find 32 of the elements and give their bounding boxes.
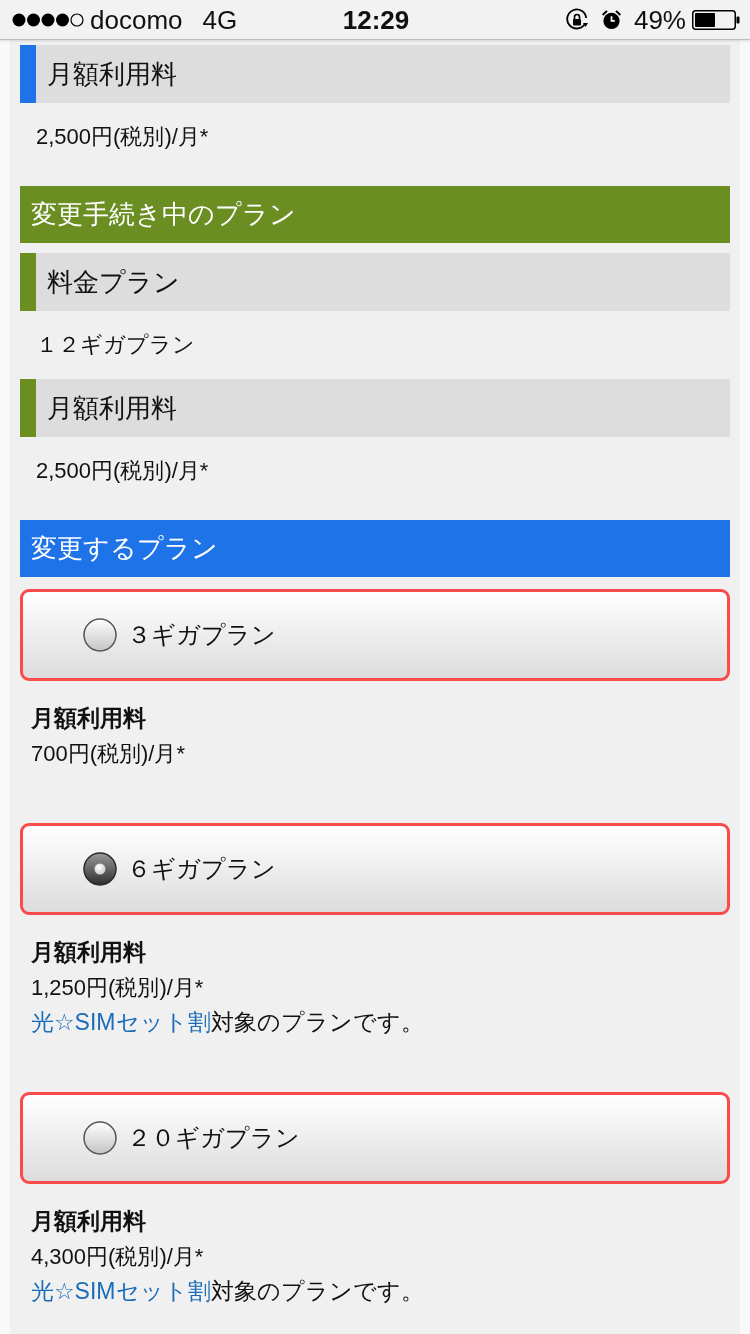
discount-link[interactable]: 光☆SIMセット割 [31, 1278, 211, 1304]
field-label: 料金プラン [46, 267, 180, 297]
fee-label: 月額利用料 [31, 1207, 147, 1236]
rotation-lock-icon [564, 7, 589, 32]
fee-label: 月額利用料 [31, 704, 147, 733]
radio-button[interactable] [83, 1121, 117, 1155]
field-label: 月額利用料 [46, 59, 177, 89]
fee-value: 700円(税別)/月* [31, 740, 187, 768]
field-label: 月額利用料 [46, 393, 177, 423]
plan-option[interactable]: ３ギガプラン [20, 589, 730, 681]
field-value: １２ギガプラン [36, 332, 195, 357]
note-text: 光☆SIMセット割対象のプランです。 [31, 1008, 425, 1037]
battery-icon [692, 9, 740, 30]
radio-button[interactable] [83, 852, 117, 886]
carrier-name: docomo [90, 4, 183, 35]
battery-percent: 49% [633, 4, 686, 35]
plan-option[interactable]: ６ギガプラン [20, 823, 730, 915]
network-type: 4G [202, 4, 238, 35]
fee-value: 1,250円(税別)/月* [31, 974, 205, 1002]
section-header: 変更するプラン [20, 520, 730, 577]
discount-link[interactable]: 光☆SIMセット割 [31, 1009, 211, 1035]
section-header: 変更手続き中のプラン [20, 186, 730, 243]
fee-value: 4,300円(税別)/月* [31, 1243, 205, 1271]
clock-time: 12:29 [342, 4, 410, 35]
fee-label: 月額利用料 [31, 938, 147, 967]
field-value: 2,500円(税別)/月* [36, 458, 209, 483]
field-value: 2,500円(税別)/月* [36, 124, 209, 149]
signal-icon [12, 12, 84, 27]
radio-button[interactable] [83, 618, 117, 652]
note-text: 光☆SIMセット割対象のプランです。 [31, 1277, 425, 1306]
alarm-clock-icon [600, 9, 622, 30]
plan-option[interactable]: ２０ギガプラン [20, 1092, 730, 1184]
